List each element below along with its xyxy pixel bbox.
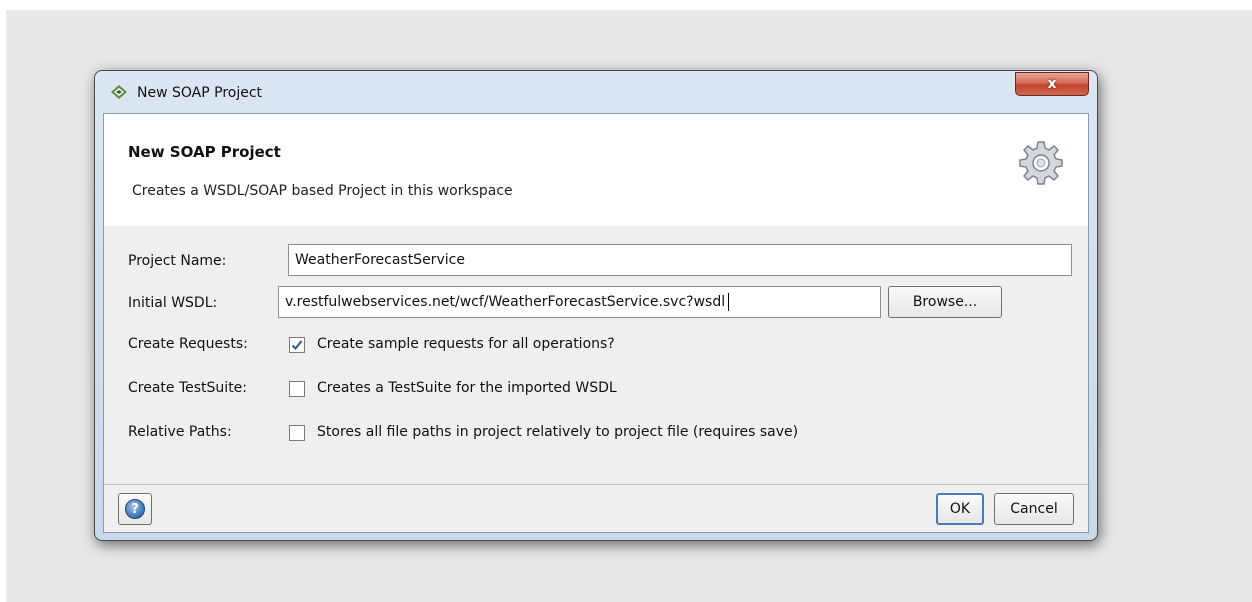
title-bar[interactable]: New SOAP Project x	[95, 71, 1097, 113]
create-requests-checkbox[interactable]	[289, 337, 305, 353]
create-requests-label: Create Requests:	[128, 336, 248, 352]
close-icon: x	[1047, 76, 1057, 92]
soapui-app-icon	[111, 85, 127, 99]
dialog-content: New SOAP Project Creates a WSDL/SOAP bas…	[103, 113, 1089, 533]
help-glyph: ?	[131, 501, 139, 517]
help-icon: ?	[125, 499, 145, 519]
create-testsuite-label: Create TestSuite:	[128, 380, 248, 396]
ok-button[interactable]: OK	[936, 493, 984, 525]
relative-paths-label: Relative Paths:	[128, 424, 232, 440]
project-name-input[interactable]: WeatherForecastService	[288, 244, 1072, 276]
help-button[interactable]: ?	[118, 493, 152, 525]
relative-paths-text: Stores all file paths in project relativ…	[317, 424, 799, 440]
browse-button[interactable]: Browse...	[888, 286, 1002, 318]
create-testsuite-text: Creates a TestSuite for the imported WSD…	[317, 380, 617, 396]
initial-wsdl-value: v.restfulwebservices.net/wcf/WeatherFore…	[285, 294, 726, 310]
create-testsuite-checkbox[interactable]	[289, 381, 305, 397]
header-title: New SOAP Project	[128, 143, 281, 161]
footer-panel: ? OK Cancel	[104, 484, 1088, 532]
form-panel: Project Name: WeatherForecastService Ini…	[104, 226, 1088, 484]
header-panel: New SOAP Project Creates a WSDL/SOAP bas…	[104, 114, 1088, 227]
close-button[interactable]: x	[1015, 72, 1089, 96]
checkmark-icon	[291, 340, 303, 350]
project-name-value: WeatherForecastService	[295, 252, 465, 268]
initial-wsdl-label: Initial WSDL:	[128, 295, 218, 311]
window-title: New SOAP Project	[137, 85, 263, 101]
gear-icon	[1019, 141, 1063, 185]
cancel-button[interactable]: Cancel	[994, 493, 1074, 525]
text-caret	[728, 293, 730, 311]
new-soap-project-dialog: New SOAP Project x New SOAP Project Crea…	[94, 70, 1098, 541]
header-description: Creates a WSDL/SOAP based Project in thi…	[132, 183, 513, 199]
relative-paths-checkbox[interactable]	[289, 425, 305, 441]
initial-wsdl-input[interactable]: v.restfulwebservices.net/wcf/WeatherFore…	[278, 286, 881, 318]
create-requests-text: Create sample requests for all operation…	[317, 336, 615, 352]
project-name-label: Project Name:	[128, 253, 227, 269]
